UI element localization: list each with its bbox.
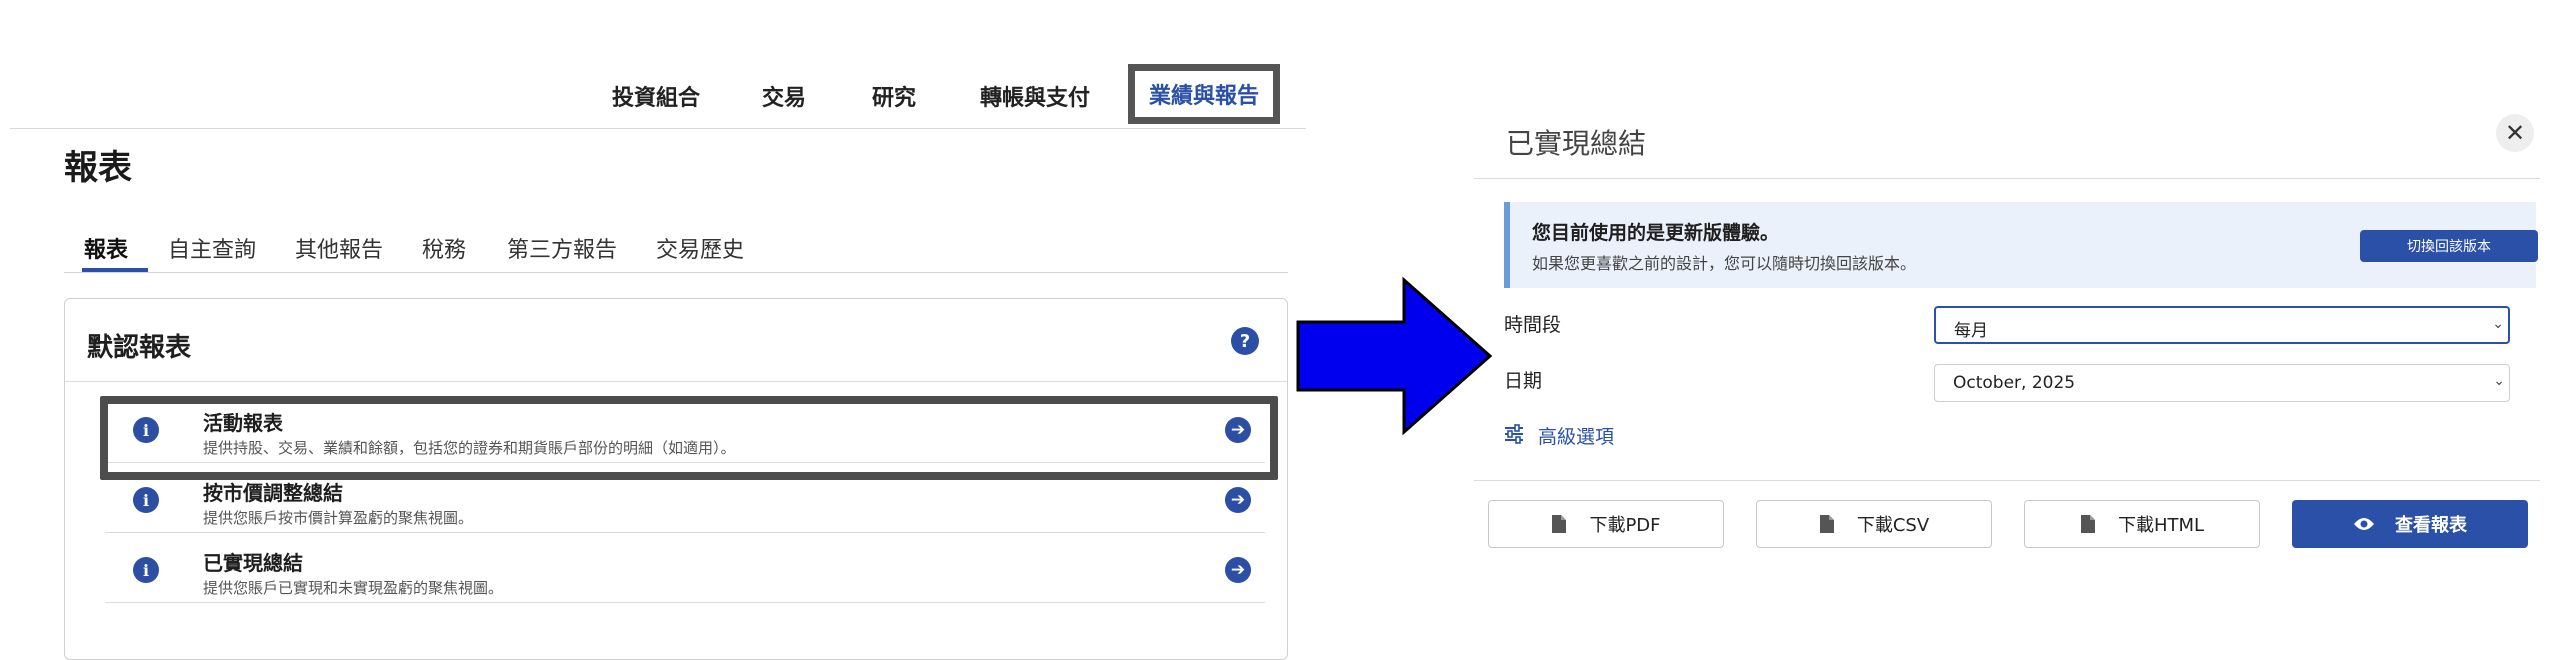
view-statement-label: 查看報表 <box>2395 515 2467 536</box>
top-navigation: 投資組合 交易 研究 轉帳與支付 業績與報告 <box>0 64 1310 128</box>
download-html-button[interactable]: 下載HTML <box>2024 500 2260 548</box>
chevron-down-icon: ⌄ <box>2493 373 2505 389</box>
nav-research[interactable]: 研究 <box>872 80 916 112</box>
date-label: 日期 <box>1504 370 1543 392</box>
nav-trade[interactable]: 交易 <box>762 80 806 112</box>
download-html-label: 下載HTML <box>2117 515 2205 536</box>
tab-trade-history[interactable]: 交易歷史 <box>656 232 744 264</box>
date-value: October, 2025 <box>1953 373 2076 393</box>
row-divider <box>105 532 1265 533</box>
card-divider <box>65 381 1287 382</box>
report-tabs: 報表 自主查詢 其他報告 稅務 第三方報告 交易歷史 <box>64 232 1288 273</box>
arrow-right-icon[interactable]: ➔ <box>1225 487 1251 513</box>
active-tab-indicator <box>82 268 148 272</box>
row-description: 提供您賬戶按市價計算盈虧的聚焦視圖。 <box>203 509 474 527</box>
tab-other-reports[interactable]: 其他報告 <box>295 232 383 264</box>
view-statement-button[interactable]: 查看報表 <box>2292 500 2528 548</box>
row-title: 按市價調整總結 <box>203 481 343 505</box>
nav-performance-reports-label: 業績與報告 <box>1148 84 1259 109</box>
switch-version-button[interactable]: 切換回該版本 <box>2360 230 2538 262</box>
close-icon[interactable]: ✕ <box>2496 114 2534 152</box>
download-csv-button[interactable]: 下載CSV <box>1756 500 1992 548</box>
arrow-right-icon[interactable]: ➔ <box>1225 557 1251 583</box>
arrow-right-icon[interactable]: ➔ <box>1225 417 1251 443</box>
nav-portfolio[interactable]: 投資組合 <box>612 80 700 112</box>
period-value: 每月 <box>1954 321 1988 341</box>
dialog-divider <box>1474 178 2540 179</box>
default-statements-card: 默認報表 ? i 活動報表 提供持股、交易、業績和餘額，包括您的證券和期貨賬戶部… <box>64 298 1288 660</box>
row-divider <box>105 602 1265 603</box>
html-file-icon <box>2080 515 2095 533</box>
dialog-footer-divider <box>1474 480 2540 481</box>
list-item-activity[interactable]: i 活動報表 提供持股、交易、業績和餘額，包括您的證券和期貨賬戶部份的明細（如適… <box>105 395 1265 463</box>
download-pdf-button[interactable]: 下載PDF <box>1488 500 1724 548</box>
row-description: 提供您賬戶已實現和未實現盈虧的聚焦視圖。 <box>203 579 504 597</box>
tab-statements[interactable]: 報表 <box>84 232 128 264</box>
chevron-down-icon: ⌄ <box>2492 316 2504 332</box>
row-title: 已實現總結 <box>203 551 303 575</box>
info-icon: i <box>133 557 159 583</box>
list-item-realized-summary[interactable]: i 已實現總結 提供您賬戶已實現和未實現盈虧的聚焦視圖。 ➔ <box>105 535 1265 603</box>
row-title: 活動報表 <box>203 411 283 435</box>
row-divider <box>105 462 1265 463</box>
info-icon: i <box>133 487 159 513</box>
nav-performance-reports[interactable]: 業績與報告 <box>1128 64 1280 124</box>
nav-transfer-pay[interactable]: 轉帳與支付 <box>980 80 1090 112</box>
page-title: 報表 <box>64 148 132 188</box>
period-label: 時間段 <box>1504 314 1562 336</box>
banner-title: 您目前使用的是更新版體驗。 <box>1532 222 1780 244</box>
period-select[interactable]: 每月 ⌄ <box>1934 306 2510 344</box>
right-arrow-icon <box>1296 276 1492 436</box>
csv-file-icon <box>1819 515 1834 533</box>
tab-tax[interactable]: 稅務 <box>422 232 466 264</box>
nav-divider <box>10 128 1306 129</box>
card-title: 默認報表 <box>87 333 192 363</box>
list-item-mtm-summary[interactable]: i 按市價調整總結 提供您賬戶按市價計算盈虧的聚焦視圖。 ➔ <box>105 465 1265 533</box>
help-icon[interactable]: ? <box>1231 327 1259 355</box>
pdf-file-icon <box>1552 515 1567 533</box>
tab-flex-query[interactable]: 自主查詢 <box>168 232 256 264</box>
sliders-icon <box>1505 424 1523 444</box>
tab-third-party[interactable]: 第三方報告 <box>507 232 617 264</box>
advanced-options-label: 高級選項 <box>1538 426 1615 448</box>
date-select[interactable]: October, 2025 ⌄ <box>1934 364 2510 402</box>
download-csv-label: 下載CSV <box>1856 515 1930 536</box>
banner-description: 如果您更喜歡之前的設計，您可以隨時切換回該版本。 <box>1532 254 1917 273</box>
info-icon: i <box>133 417 159 443</box>
eye-icon <box>2354 518 2374 530</box>
info-banner: 您目前使用的是更新版體驗。 如果您更喜歡之前的設計，您可以隨時切換回該版本。 切… <box>1504 202 2538 288</box>
dialog-title: 已實現總結 <box>1506 127 1647 160</box>
row-description: 提供持股、交易、業績和餘額，包括您的證券和期貨賬戶部份的明細（如適用）。 <box>203 439 736 457</box>
download-pdf-label: 下載PDF <box>1589 515 1661 536</box>
